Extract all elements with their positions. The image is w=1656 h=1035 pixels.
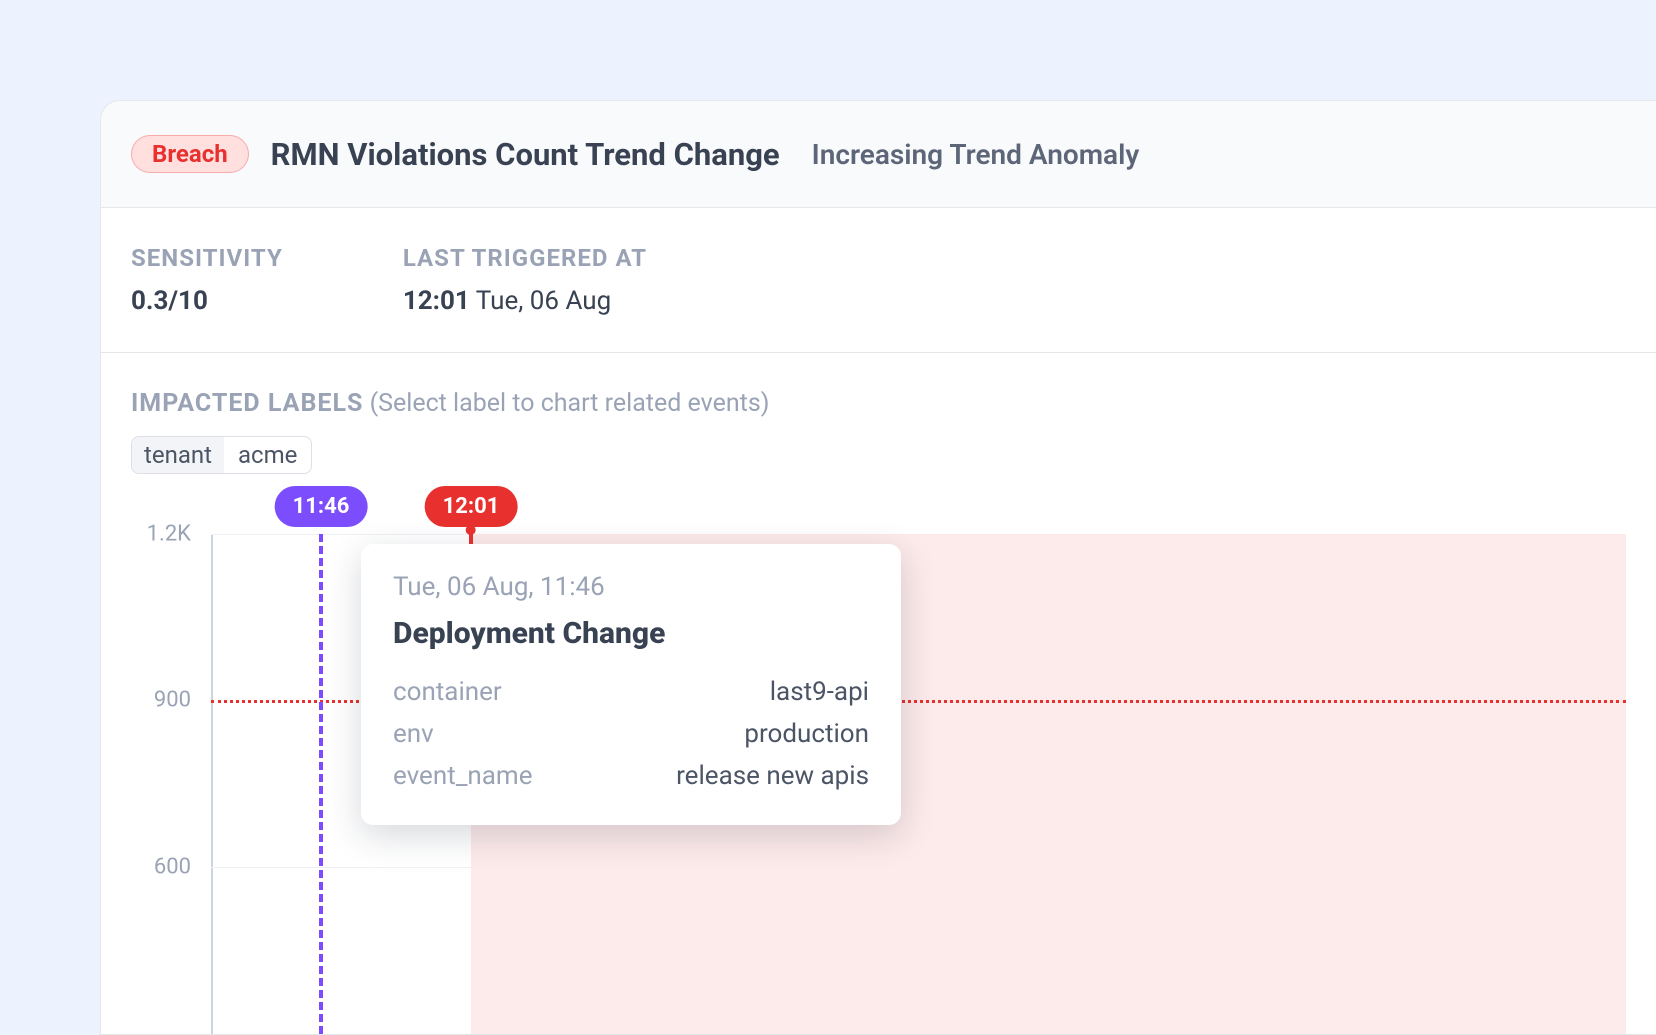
sensitivity-label: SENSITIVITY	[131, 244, 283, 272]
breach-badge: Breach	[131, 135, 249, 173]
chip-value: acme	[224, 437, 311, 473]
ytick-600: 600	[131, 855, 191, 880]
summary-row: SENSITIVITY 0.3/10 LAST TRIGGERED AT 12:…	[101, 208, 1656, 353]
impacted-label-chip-tenant[interactable]: tenant acme	[131, 436, 312, 474]
panel-subtitle: Increasing Trend Anomaly	[812, 138, 1140, 171]
event-bubble-breach: 12:01	[425, 486, 518, 527]
impacted-labels-header: IMPACTED LABELS (Select label to chart r…	[131, 389, 1626, 418]
ytick-1200: 1.2K	[131, 522, 191, 547]
last-triggered-value: 12:01 Tue, 06 Aug	[403, 286, 647, 316]
tooltip-title: Deployment Change	[393, 616, 869, 651]
panel-header: Breach RMN Violations Count Trend Change…	[101, 101, 1656, 208]
y-axis	[211, 534, 213, 1034]
event-bubble-deploy: 11:46	[275, 486, 368, 527]
tooltip-row-event-name: event_namerelease new apis	[393, 755, 869, 797]
trend-chart[interactable]: 1.2K 900 600 11:46 12:01 Tue, 06 Aug, 11…	[131, 534, 1626, 1034]
ytick-900: 900	[131, 688, 191, 713]
tooltip-timestamp: Tue, 06 Aug, 11:46	[393, 572, 869, 602]
breach-panel: Breach RMN Violations Count Trend Change…	[100, 100, 1656, 1035]
tooltip-row-env: envproduction	[393, 713, 869, 755]
event-tooltip: Tue, 06 Aug, 11:46 Deployment Change con…	[361, 544, 901, 825]
summary-sensitivity: SENSITIVITY 0.3/10	[131, 244, 283, 316]
sensitivity-value: 0.3/10	[131, 286, 283, 316]
plot-area: 11:46 12:01 Tue, 06 Aug, 11:46 Deploymen…	[211, 534, 1626, 1034]
last-triggered-label: LAST TRIGGERED AT	[403, 244, 647, 272]
tooltip-row-container: containerlast9-api	[393, 671, 869, 713]
impacted-labels-section: IMPACTED LABELS (Select label to chart r…	[101, 353, 1656, 474]
summary-last-triggered: LAST TRIGGERED AT 12:01 Tue, 06 Aug	[403, 244, 647, 316]
chip-key: tenant	[132, 437, 224, 473]
panel-title: RMN Violations Count Trend Change	[271, 136, 780, 173]
